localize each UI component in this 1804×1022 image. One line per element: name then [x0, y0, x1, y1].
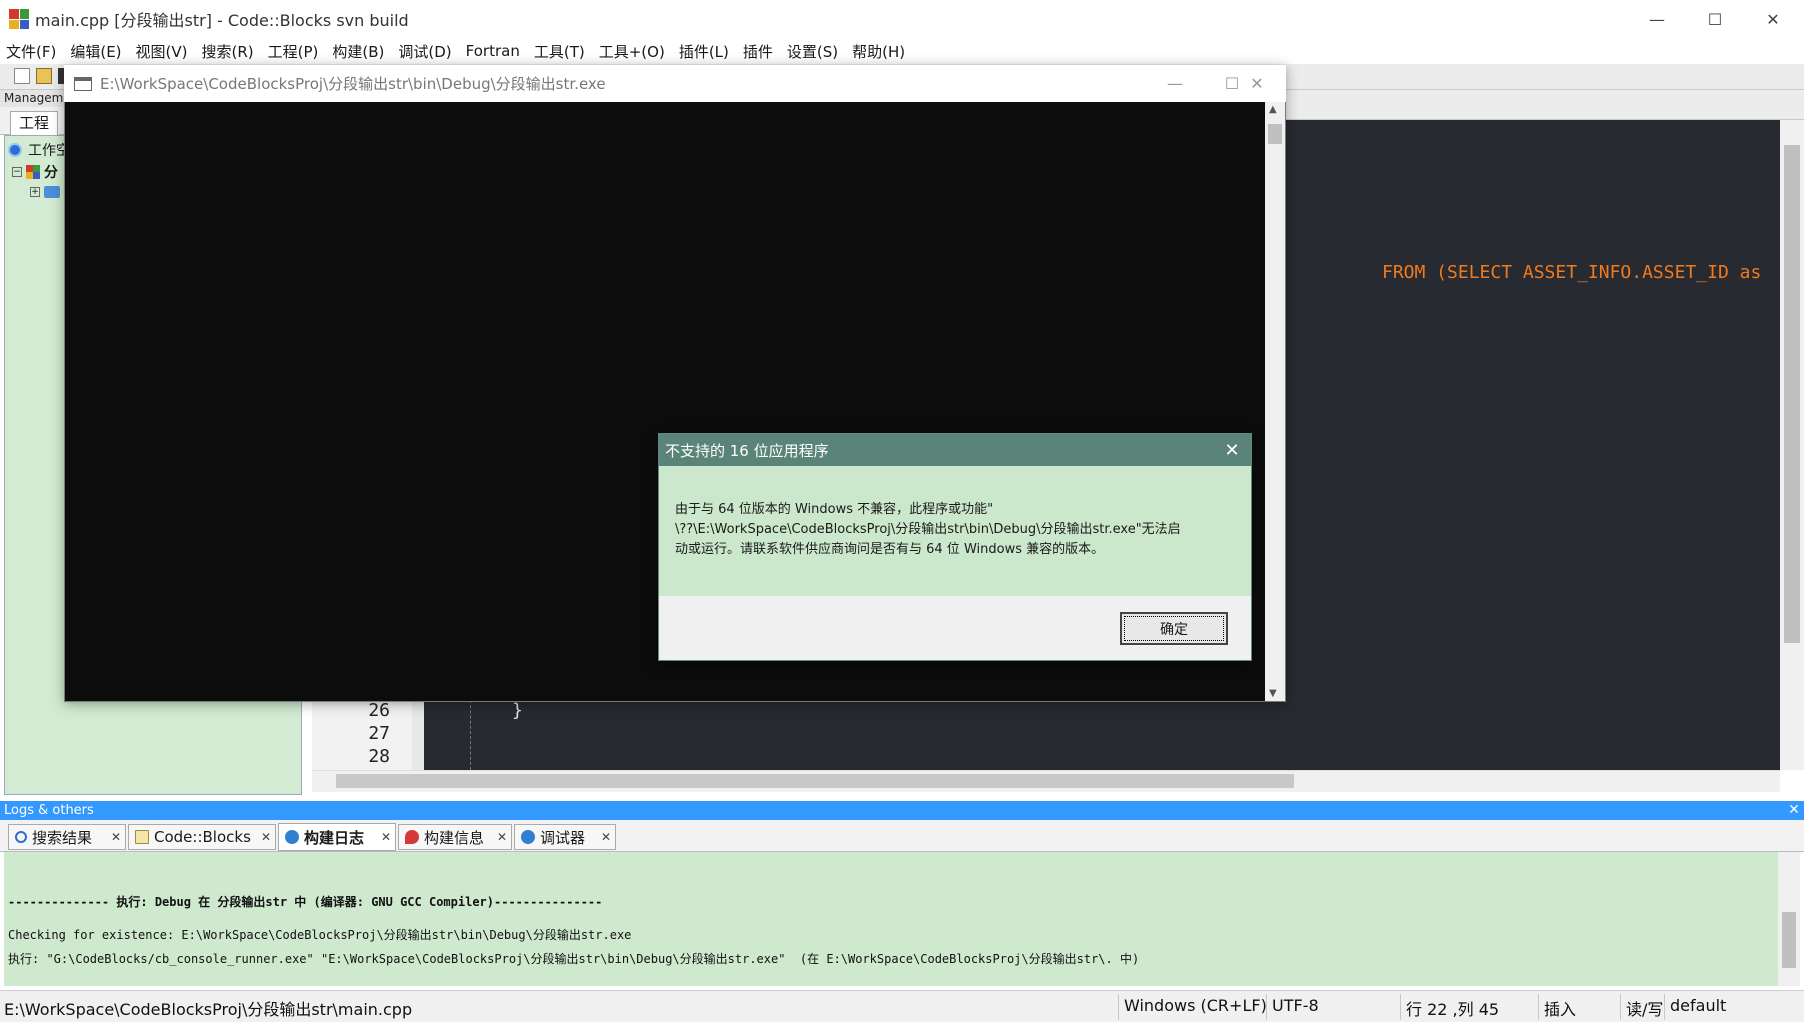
minimize-button[interactable]: —	[1628, 0, 1686, 38]
logs-header: Logs & others	[0, 801, 1804, 820]
tree-workspace[interactable]: 工作空	[8, 140, 70, 160]
menu-tools-plus[interactable]: 工具+(O)	[599, 41, 665, 62]
dialog-message-line: \??\E:\WorkSpace\CodeBlocksProj\分段输出str\…	[675, 522, 1181, 537]
collapse-icon[interactable]: −	[12, 167, 22, 177]
log-line: Checking for existence: E:\WorkSpace\Cod…	[8, 928, 632, 942]
code-line-from: FROM (SELECT ASSET_INFO.ASSET_ID as	[1382, 262, 1762, 283]
console-vertical-scrollbar[interactable]: ▲ ▼	[1265, 102, 1285, 701]
menu-project[interactable]: 工程(P)	[268, 41, 319, 62]
console-scroll-thumb[interactable]	[1268, 124, 1282, 144]
tab-close-icon[interactable]: ✕	[381, 830, 391, 844]
scroll-down-icon[interactable]: ▼	[1269, 688, 1277, 699]
scroll-up-icon[interactable]: ▲	[1269, 104, 1277, 115]
tab-label: Code::Blocks	[154, 828, 251, 846]
tab-build-log[interactable]: 构建日志 ✕	[278, 823, 396, 851]
menu-settings[interactable]: 设置(S)	[787, 41, 838, 62]
line-number: 28	[368, 746, 390, 767]
console-minimize-button[interactable]: —	[1146, 65, 1204, 102]
menu-tools[interactable]: 工具(T)	[534, 41, 585, 62]
maximize-button[interactable]: ☐	[1686, 0, 1744, 38]
menu-plugins[interactable]: 插件(L)	[679, 41, 729, 62]
menu-file[interactable]: 文件(F)	[6, 41, 56, 62]
status-access: 读/写	[1626, 1000, 1664, 1019]
tab-codeblocks[interactable]: Code::Blocks ✕	[128, 824, 276, 850]
codeblocks-icon	[9, 9, 29, 29]
tab-close-icon[interactable]: ✕	[601, 830, 611, 844]
expand-icon[interactable]: +	[30, 187, 40, 197]
logs-close-icon[interactable]: ✕	[1784, 801, 1804, 820]
dialog-titlebar: 不支持的 16 位应用程序	[659, 434, 1251, 466]
project-label: 分	[44, 165, 58, 181]
status-profile: default	[1670, 996, 1727, 1015]
tree-sources[interactable]: +	[30, 186, 60, 198]
tab-build-messages[interactable]: 构建信息 ✕	[398, 824, 512, 850]
tab-label: 构建信息	[424, 828, 485, 847]
main-titlebar: main.cpp [分段输出str] - Code::Blocks svn bu…	[0, 0, 1804, 38]
dialog-title: 不支持的 16 位应用程序	[665, 441, 829, 460]
status-separator	[1266, 994, 1267, 1020]
status-separator	[1538, 994, 1539, 1020]
logs-scroll-thumb[interactable]	[1782, 912, 1796, 968]
line-number: 27	[368, 723, 390, 744]
gear-icon	[521, 830, 535, 844]
tab-label: 搜索结果	[32, 828, 93, 847]
console-title: E:\WorkSpace\CodeBlocksProj\分段输出str\bin\…	[100, 75, 606, 93]
status-separator	[1118, 994, 1119, 1020]
status-encoding: UTF-8	[1272, 996, 1319, 1015]
status-mode: 插入	[1544, 1000, 1577, 1019]
search-icon	[15, 831, 27, 843]
tab-debugger[interactable]: 调试器 ✕	[514, 824, 616, 850]
console-icon	[74, 76, 92, 91]
code-closing-brace: }	[512, 700, 523, 721]
project-icon	[26, 165, 40, 179]
dialog-message-line: 动或运行。请联系软件供应商询问是否有与 64 位 Windows 兼容的版本。	[675, 542, 1105, 557]
tab-label: 构建日志	[304, 828, 365, 847]
dialog-message-line: 由于与 64 位版本的 Windows 不兼容，此程序或功能"	[675, 502, 994, 517]
pin-icon	[405, 830, 419, 844]
tree-project[interactable]: − 分	[12, 162, 58, 182]
status-eol: Windows (CR+LF)	[1124, 996, 1267, 1015]
window-title: main.cpp [分段输出str] - Code::Blocks svn bu…	[35, 11, 409, 30]
log-line: -------------- 执行: Debug 在 分段输出str 中 (编译…	[8, 895, 603, 909]
gear-icon	[285, 830, 299, 844]
status-separator	[1664, 994, 1665, 1020]
dialog-message: 由于与 64 位版本的 Windows 不兼容，此程序或功能" \??\E:\W…	[659, 466, 1251, 596]
editor-vertical-scroll-thumb[interactable]	[1784, 145, 1800, 643]
open-folder-icon[interactable]	[36, 68, 52, 84]
note-icon	[135, 830, 149, 844]
menu-edit[interactable]: 编辑(E)	[70, 41, 121, 62]
menu-bar: 文件(F) 编辑(E) 视图(V) 搜索(R) 工程(P) 构建(B) 调试(D…	[0, 38, 1804, 64]
tab-search-results[interactable]: 搜索结果 ✕	[8, 824, 126, 850]
folder-icon	[44, 186, 60, 198]
tab-close-icon[interactable]: ✕	[261, 830, 271, 844]
menu-help[interactable]: 帮助(H)	[852, 41, 905, 62]
console-close-button[interactable]: ✕	[1228, 65, 1286, 102]
log-line: 执行: "G:\CodeBlocks/cb_console_runner.exe…	[8, 952, 1140, 966]
menu-search[interactable]: 搜索(R)	[202, 41, 254, 62]
dialog-close-button[interactable]: ✕	[1214, 434, 1250, 466]
tab-label: 调试器	[540, 828, 586, 847]
ok-button[interactable]: 确定	[1120, 612, 1228, 645]
tab-close-icon[interactable]: ✕	[497, 830, 507, 844]
menu-debug[interactable]: 调试(D)	[398, 41, 451, 62]
status-separator	[1620, 994, 1621, 1020]
line-number: 26	[368, 700, 390, 721]
status-file-path: E:\WorkSpace\CodeBlocksProj\分段输出str\main…	[4, 1000, 413, 1019]
menu-view[interactable]: 视图(V)	[136, 41, 188, 62]
console-titlebar: E:\WorkSpace\CodeBlocksProj\分段输出str\bin\…	[64, 65, 1286, 102]
menu-fortran[interactable]: Fortran	[466, 42, 520, 60]
tab-project[interactable]: 工程	[10, 111, 58, 135]
status-position: 行 22 ,列 45	[1406, 1000, 1500, 1019]
indent-guide	[470, 700, 471, 770]
workspace-icon	[8, 143, 22, 157]
editor-horizontal-scroll-thumb[interactable]	[336, 774, 1294, 788]
menu-build[interactable]: 构建(B)	[332, 41, 384, 62]
tab-close-icon[interactable]: ✕	[111, 830, 121, 844]
menu-plugins-2[interactable]: 插件	[743, 41, 773, 62]
status-separator	[1400, 994, 1401, 1020]
new-file-icon[interactable]	[14, 68, 30, 84]
close-button[interactable]: ✕	[1744, 0, 1802, 38]
